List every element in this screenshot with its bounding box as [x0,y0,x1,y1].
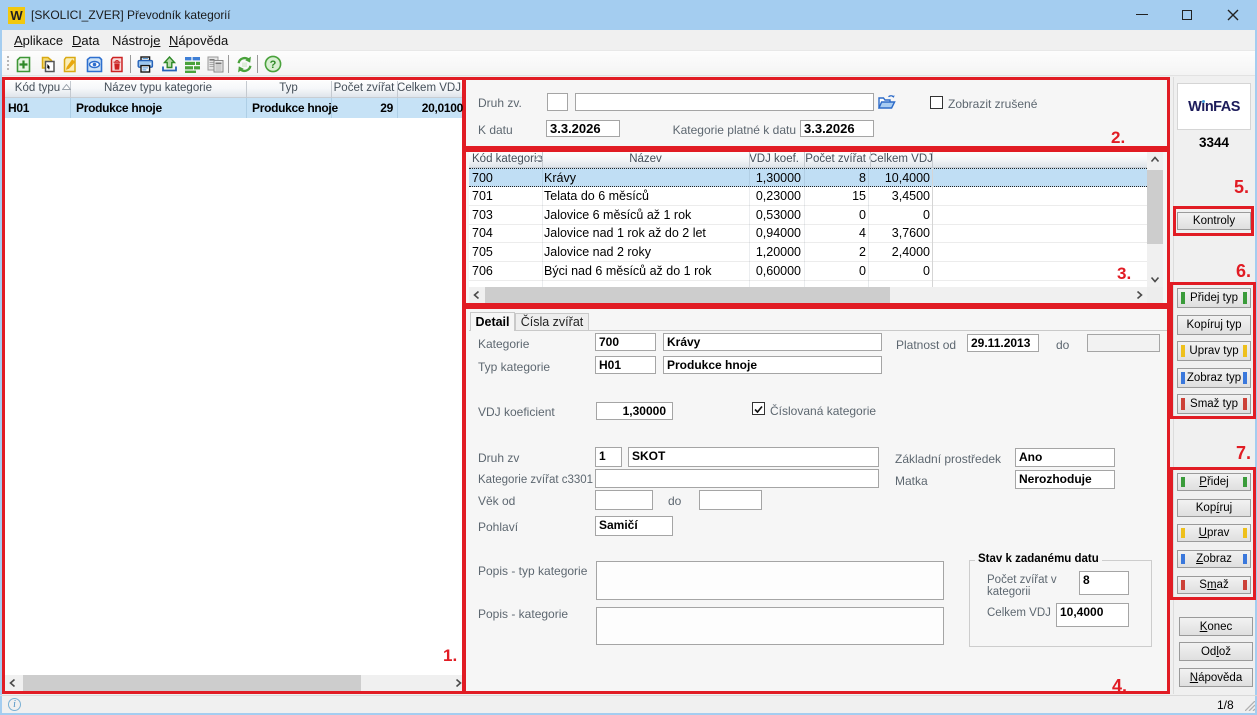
svg-text:?: ? [270,59,277,71]
